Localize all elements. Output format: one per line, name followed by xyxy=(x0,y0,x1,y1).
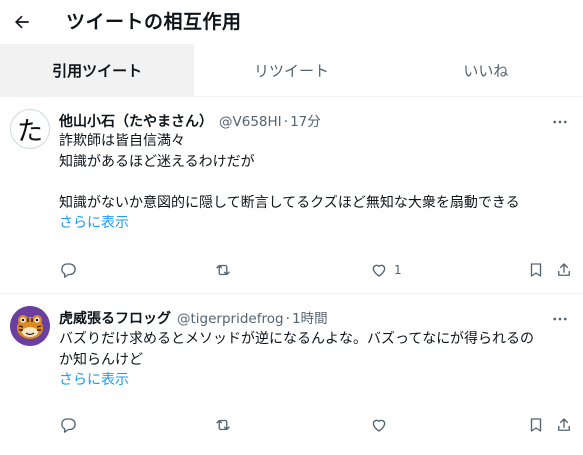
separator-dot: · xyxy=(283,114,289,130)
tweet-text: 詐欺師は皆自信満々 知識があるほど迷えるわけだが 知識がないか意図的に隠して断言… xyxy=(59,131,573,234)
tab-quote-tweets[interactable]: 引用ツイート xyxy=(0,44,195,96)
top-bar: ツイートの相互作用 xyxy=(0,0,583,44)
tweet-line: か知らんけど xyxy=(59,351,143,368)
retweet-button[interactable] xyxy=(214,416,232,434)
tweet-actions: 1 xyxy=(59,261,573,283)
tweet-header: 他山小石（たやまさん） @V658HI · 17分 xyxy=(59,110,543,131)
user-handle[interactable]: @tigerpridefrog xyxy=(177,311,284,327)
more-icon xyxy=(553,317,567,321)
reply-button[interactable] xyxy=(59,416,77,434)
share-icon xyxy=(558,263,570,276)
reply-icon xyxy=(61,263,76,278)
user-handle[interactable]: @V658HI xyxy=(219,114,282,130)
like-button[interactable]: 1 xyxy=(370,261,402,279)
tab-likes[interactable]: いいね xyxy=(389,44,583,96)
retweet-icon xyxy=(216,419,230,431)
tweet-line xyxy=(59,172,573,193)
tweet-line: 知識があるほど迷えるわけだが xyxy=(59,153,255,170)
more-options-button[interactable] xyxy=(549,309,571,329)
bookmark-icon xyxy=(530,263,542,277)
back-button[interactable] xyxy=(6,6,38,38)
tweet-text: バズりだけ求めるとメソッドが逆になるんよな。バズってなにが得られるの か知らんけ… xyxy=(59,329,573,391)
reply-button[interactable] xyxy=(59,261,77,279)
page-title: ツイートの相互作用 xyxy=(66,11,242,33)
show-more-link[interactable]: さらに表示 xyxy=(59,370,573,391)
tiger-frog-avatar-icon xyxy=(10,306,50,346)
heart-icon xyxy=(372,264,386,277)
retweet-button[interactable] xyxy=(214,261,232,279)
more-icon xyxy=(553,120,567,124)
tweet-line: 知識がないか意図的に隠して断言してるクズほど無知な大衆を扇動できる xyxy=(59,194,520,211)
avatar[interactable]: た xyxy=(10,109,50,149)
like-count: 1 xyxy=(394,263,402,277)
heart-icon xyxy=(372,419,386,432)
like-button[interactable] xyxy=(370,416,388,434)
timestamp[interactable]: 1時間 xyxy=(292,307,328,327)
separator-dot: · xyxy=(285,311,291,327)
avatar[interactable] xyxy=(10,306,50,346)
bookmark-button[interactable] xyxy=(527,261,545,279)
timestamp[interactable]: 17分 xyxy=(290,110,321,130)
tab-retweets[interactable]: リツイート xyxy=(194,44,388,96)
share-button[interactable] xyxy=(555,261,573,279)
share-icon xyxy=(558,418,570,431)
show-more-link[interactable]: さらに表示 xyxy=(59,213,573,234)
display-name[interactable]: 虎威張るフロッグ xyxy=(59,308,171,328)
share-button[interactable] xyxy=(555,416,573,434)
bookmark-button[interactable] xyxy=(527,416,545,434)
retweet-icon xyxy=(216,264,230,276)
display-name[interactable]: 他山小石（たやまさん） xyxy=(59,111,213,131)
more-options-button[interactable] xyxy=(549,112,571,132)
tweet-actions xyxy=(59,416,573,438)
bookmark-icon xyxy=(530,418,542,432)
tweet-item[interactable]: た 他山小石（たやまさん） @V658HI · 17分 詐欺師は皆自信満々 知識… xyxy=(0,98,583,294)
back-arrow-icon xyxy=(15,15,29,29)
tweet-line: バズりだけ求めるとメソッドが逆になるんよな。バズってなにが得られるの xyxy=(59,331,535,347)
tweet-item[interactable]: 虎威張るフロッグ @tigerpridefrog · 1時間 バズりだけ求めると… xyxy=(0,295,583,455)
tab-bar: 引用ツイート リツイート いいね xyxy=(0,44,583,97)
tweet-line: 詐欺師は皆自信満々 xyxy=(59,133,185,149)
tweet-header: 虎威張るフロッグ @tigerpridefrog · 1時間 xyxy=(59,307,543,328)
reply-icon xyxy=(61,418,76,433)
